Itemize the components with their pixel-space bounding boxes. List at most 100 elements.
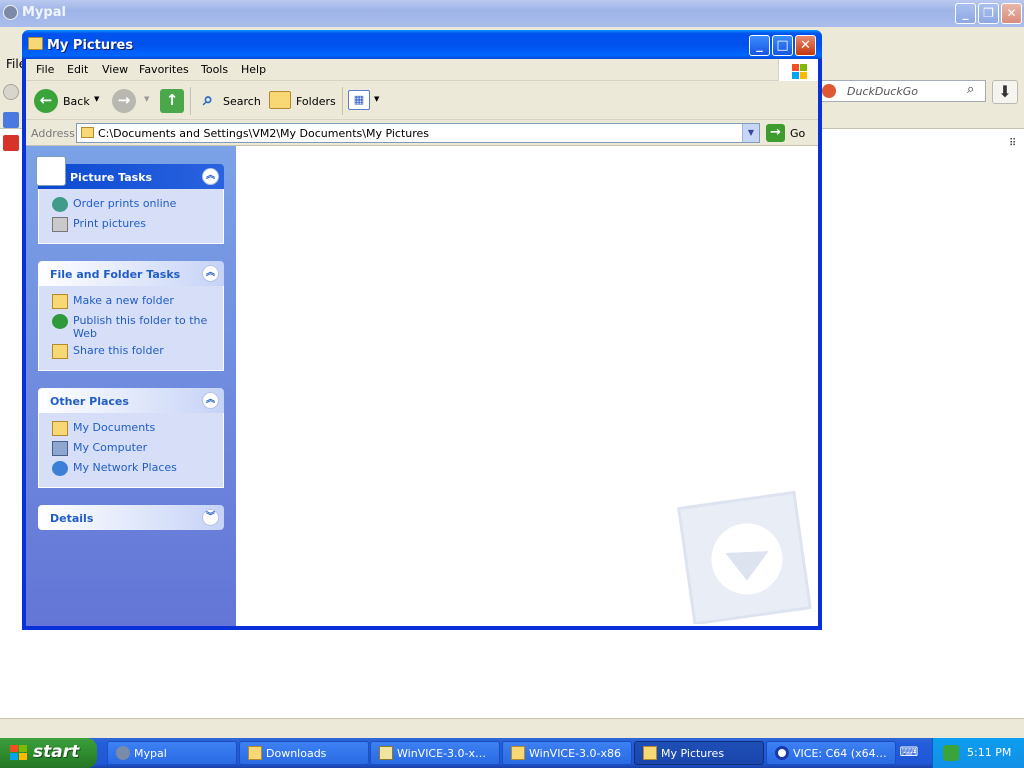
background-statusbar: [0, 718, 1024, 738]
menu-tools[interactable]: Tools: [201, 63, 228, 76]
menu-help[interactable]: Help: [241, 63, 266, 76]
details-title: Details: [50, 512, 94, 525]
toolbar-separator: [342, 87, 343, 115]
search-engine-field[interactable]: DuckDuckGo ⌕: [818, 80, 986, 102]
details-panel: Details ︾: [38, 505, 224, 530]
folders-button-label[interactable]: Folders: [296, 95, 336, 108]
start-button[interactable]: start: [0, 738, 97, 768]
minimize-button[interactable]: _: [749, 35, 770, 56]
task-publish-folder[interactable]: Publish this folder to the Web: [39, 314, 223, 344]
menu-favorites[interactable]: Favorites: [139, 63, 189, 76]
menu-edit[interactable]: Edit: [67, 63, 88, 76]
windows-flag-icon: [10, 745, 27, 760]
collapse-icon[interactable]: ︽: [202, 392, 219, 409]
file-list-area[interactable]: [236, 146, 818, 626]
forward-icon[interactable]: →: [112, 89, 136, 113]
folder-content-area: Picture Tasks ︽ Order prints online Prin…: [26, 145, 818, 626]
close-icon[interactable]: ✕: [1001, 3, 1022, 24]
new-folder-icon: [52, 294, 68, 309]
bookmark-icon[interactable]: [3, 112, 19, 128]
search-icon[interactable]: ⌕: [967, 82, 974, 97]
background-window-titlebar[interactable]: Mypal _ ❐ ✕: [0, 0, 1024, 27]
close-button[interactable]: ✕: [795, 35, 816, 56]
taskbar-button-winvice-folder[interactable]: WinVICE-3.0-x86: [502, 741, 632, 765]
taskbar-button-mypal[interactable]: Mypal: [107, 741, 237, 765]
maximize-button[interactable]: □: [772, 35, 793, 56]
address-value[interactable]: C:\Documents and Settings\VM2\My Documen…: [98, 127, 429, 140]
taskbar-button-vice-c64[interactable]: VICE: C64 (x64…: [766, 741, 896, 765]
keyboard-icon[interactable]: ⌨: [897, 742, 921, 764]
my-computer-icon: [52, 441, 68, 456]
other-places-body: My Documents My Computer My Network Plac…: [38, 413, 224, 488]
share-folder-icon: [52, 344, 68, 359]
collapse-icon[interactable]: ︽: [202, 168, 219, 185]
taskbar: start Mypal Downloads WinVICE-3.0-x… Win…: [0, 738, 1024, 768]
background-window-title: Mypal: [22, 5, 66, 20]
clock[interactable]: 5:11 PM: [967, 746, 1011, 759]
task-share-folder[interactable]: Share this folder: [39, 344, 223, 364]
file-folder-tasks-header[interactable]: File and Folder Tasks ︽: [38, 261, 224, 286]
vice-icon: [775, 746, 789, 760]
file-folder-tasks-title: File and Folder Tasks: [50, 268, 181, 281]
details-header[interactable]: Details ︾: [38, 505, 224, 530]
picture-tasks-panel: Picture Tasks ︽ Order prints online Prin…: [36, 156, 224, 244]
search-icon[interactable]: ⌕: [196, 89, 220, 113]
back-icon[interactable]: ←: [34, 89, 58, 113]
menu-view[interactable]: View: [102, 63, 128, 76]
mypal-app-icon: [3, 5, 18, 20]
address-field[interactable]: C:\Documents and Settings\VM2\My Documen…: [76, 123, 760, 143]
folder-icon: [511, 746, 525, 760]
picture-tasks-title: Picture Tasks: [70, 171, 153, 184]
window-titlebar[interactable]: My Pictures _ □ ✕: [22, 30, 822, 59]
system-tray: 5:11 PM: [932, 738, 1024, 768]
address-dropdown-icon[interactable]: ▼: [742, 124, 759, 142]
file-folder-tasks-panel: File and Folder Tasks ︽ Make a new folde…: [38, 261, 224, 371]
my-pictures-window: My Pictures _ □ ✕ File Edit View Favorit…: [22, 30, 822, 630]
task-order-prints[interactable]: Order prints online: [39, 197, 223, 217]
search-button-label[interactable]: Search: [223, 95, 261, 108]
site-icon[interactable]: [3, 135, 19, 151]
folders-icon[interactable]: [269, 91, 291, 109]
network-tray-icon[interactable]: [943, 745, 959, 761]
forward-dropdown-icon[interactable]: ▼: [144, 95, 149, 103]
pictures-watermark-icon: [677, 490, 812, 624]
taskbar-button-winvice-archive[interactable]: WinVICE-3.0-x…: [370, 741, 500, 765]
restore-icon[interactable]: ❐: [978, 3, 999, 24]
download-icon[interactable]: ⬇: [992, 80, 1018, 104]
taskbar-button-downloads[interactable]: Downloads: [239, 741, 369, 765]
expand-icon[interactable]: ︾: [202, 509, 219, 526]
task-print-pictures[interactable]: Print pictures: [39, 217, 223, 237]
back-button-label[interactable]: Back: [63, 95, 90, 108]
address-bar: Address C:\Documents and Settings\VM2\My…: [26, 121, 818, 145]
toolbar-separator: [190, 87, 191, 115]
place-network[interactable]: My Network Places: [39, 461, 223, 481]
windows-logo-icon: [778, 59, 818, 81]
go-button-label[interactable]: Go: [790, 127, 805, 140]
file-folder-tasks-body: Make a new folder Publish this folder to…: [38, 286, 224, 371]
printer-icon: [52, 217, 68, 232]
back-arrow-icon[interactable]: [3, 84, 19, 100]
other-places-header[interactable]: Other Places ︽: [38, 388, 224, 413]
place-my-computer[interactable]: My Computer: [39, 441, 223, 461]
grip-icon[interactable]: ⠿: [1009, 138, 1016, 149]
back-dropdown-icon[interactable]: ▼: [94, 95, 99, 103]
picture-tasks-header[interactable]: Picture Tasks ︽: [36, 156, 224, 189]
folder-icon: [643, 746, 657, 760]
views-icon[interactable]: ▦: [348, 90, 370, 110]
task-new-folder[interactable]: Make a new folder: [39, 294, 223, 314]
views-dropdown-icon[interactable]: ▼: [374, 95, 379, 103]
taskbar-button-my-pictures[interactable]: My Pictures: [634, 741, 764, 765]
minimize-icon[interactable]: _: [955, 3, 976, 24]
task-pane: Picture Tasks ︽ Order prints online Prin…: [26, 146, 236, 626]
place-my-documents[interactable]: My Documents: [39, 421, 223, 441]
address-label: Address: [31, 127, 75, 140]
other-places-panel: Other Places ︽ My Documents My Computer: [38, 388, 224, 488]
search-placeholder: DuckDuckGo: [847, 85, 918, 98]
up-folder-icon[interactable]: ↑: [160, 89, 184, 113]
publish-web-icon: [52, 314, 68, 329]
menu-file[interactable]: File: [36, 63, 54, 76]
folder-icon: [248, 746, 262, 760]
go-arrow-icon[interactable]: →: [766, 124, 785, 142]
collapse-icon[interactable]: ︽: [202, 265, 219, 282]
duckduckgo-icon: [822, 84, 836, 98]
